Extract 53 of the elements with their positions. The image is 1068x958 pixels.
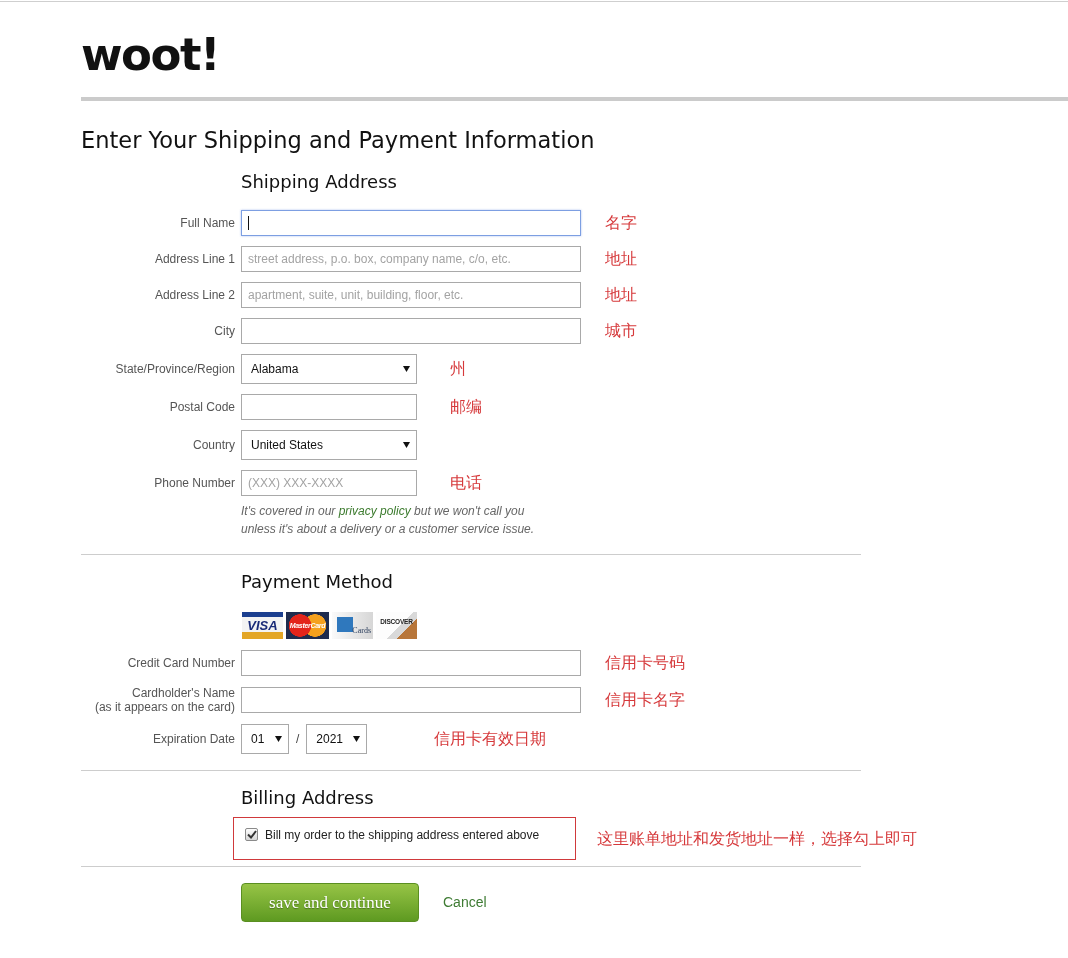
annotation-text: 地址 <box>605 285 637 306</box>
field-hint: (as it appears on the card) <box>94 699 235 714</box>
checkbox[interactable] <box>245 828 258 842</box>
input-field[interactable] <box>241 210 581 237</box>
checkbox-label: Bill my order to the shipping address entered above <box>265 827 540 842</box>
annotation-text: 邮编 <box>450 397 482 418</box>
section-heading: Payment Method <box>241 571 394 594</box>
annotation-text: 州 <box>450 359 466 380</box>
field-label: Postal Code <box>169 400 235 415</box>
annotation-text: 城市 <box>605 321 637 342</box>
field-label: Credit Card Number <box>127 655 235 670</box>
annotation-text: 电话 <box>450 473 482 494</box>
input-field[interactable]: street address, p.o. box, company name, c/o, etc. <box>241 246 581 273</box>
caret-icon <box>403 366 410 373</box>
amex-logo: Cards <box>332 611 373 639</box>
cancel-link[interactable]: Cancel <box>443 892 487 914</box>
caret-icon <box>403 442 410 449</box>
input-field[interactable]: apartment, suite, unit, building, floor, etc. <box>241 282 581 309</box>
section-heading: Shipping Address <box>241 170 397 194</box>
field-label: Phone Number <box>154 476 235 491</box>
month-dropdown[interactable]: 01 <box>241 723 289 754</box>
woot-logo[interactable]: woot! <box>81 32 219 77</box>
field-label: Address Line 2 <box>154 288 235 303</box>
input-field[interactable] <box>241 318 581 345</box>
annotation-text: 信用卡号码 <box>605 652 685 673</box>
date-separator: / <box>296 730 300 748</box>
caret-icon <box>275 735 282 742</box>
field-label: Expiration Date <box>152 731 235 746</box>
page-title: Enter Your Shipping and Payment Information <box>81 127 595 155</box>
field-label: Cardholder's Name <box>132 685 235 700</box>
visa-logo: VISA <box>242 611 283 639</box>
field-label: State/Province/Region <box>115 362 235 377</box>
year-dropdown[interactable]: 2021 <box>306 723 368 754</box>
field-label: Country <box>192 438 235 453</box>
field-label: City <box>214 324 235 339</box>
caret-icon <box>353 735 361 742</box>
dropdown-field[interactable]: Alabama <box>241 354 417 385</box>
input-field[interactable] <box>241 686 581 713</box>
input-field[interactable]: (XXX) XXX-XXXX <box>241 470 417 497</box>
text-cursor-icon <box>248 216 249 231</box>
annotation-text: 名字 <box>605 213 637 234</box>
input-field[interactable] <box>241 649 581 676</box>
field-label: Full Name <box>180 216 235 231</box>
privacy-note: It's covered in our privacy policy but we won't call you unless it's about a delivery or a customer service issue. <box>241 503 536 539</box>
section-heading: Billing Address <box>241 786 374 810</box>
annotation-text: 这里账单地址和发货地址一样，选择勾上即可 <box>597 828 917 849</box>
privacy-policy-link[interactable]: privacy policy <box>338 504 411 519</box>
annotation-text: 地址 <box>605 249 637 270</box>
dropdown-field[interactable]: United States <box>241 430 417 461</box>
field-label: Address Line 1 <box>154 252 235 267</box>
annotation-text: 信用卡名字 <box>605 689 685 710</box>
annotation-text: 信用卡有效日期 <box>434 728 547 749</box>
input-field[interactable] <box>241 394 417 421</box>
